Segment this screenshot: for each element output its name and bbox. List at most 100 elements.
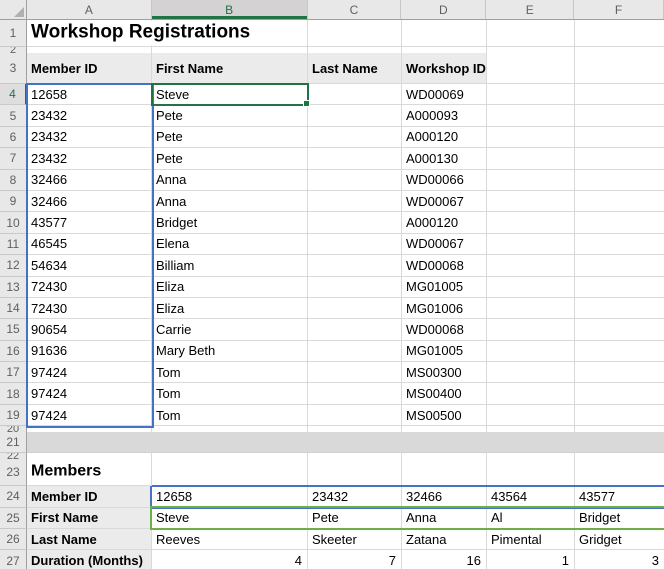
gray-cell[interactable] xyxy=(402,432,487,454)
empty-cell[interactable] xyxy=(402,459,487,487)
empty-cell[interactable] xyxy=(308,319,402,341)
empty-cell[interactable] xyxy=(308,169,402,191)
empty-cell[interactable] xyxy=(575,234,664,256)
workshop-id-cell[interactable]: MS00400 xyxy=(402,383,487,405)
workshop-id-cell[interactable]: A000120 xyxy=(402,212,487,234)
row-header-17[interactable]: 17 xyxy=(0,362,27,384)
member-id-value[interactable]: 12658 xyxy=(152,486,308,508)
row-header-23[interactable]: 23 xyxy=(0,459,27,487)
duration-value[interactable]: 1 xyxy=(487,550,575,569)
row-header-12[interactable]: 12 xyxy=(0,255,27,277)
empty-cell[interactable] xyxy=(487,362,575,384)
workshop-id-cell[interactable]: MS00500 xyxy=(402,404,487,427)
empty-cell[interactable] xyxy=(487,276,575,298)
workshop-id-cell[interactable]: WD00069 xyxy=(402,84,487,106)
column-header-f[interactable]: F xyxy=(574,0,664,19)
first-name-cell[interactable]: Pete xyxy=(152,148,308,170)
member-id-cell[interactable]: 90654 xyxy=(27,319,152,341)
empty-cell[interactable] xyxy=(487,84,575,106)
member-id-cell[interactable]: 91636 xyxy=(27,340,152,363)
empty-cell[interactable] xyxy=(487,105,575,127)
row-header-27[interactable]: 27 xyxy=(0,550,27,569)
workshop-id-cell[interactable]: MG01005 xyxy=(402,340,487,363)
empty-cell[interactable] xyxy=(487,459,575,487)
empty-cell[interactable] xyxy=(575,383,664,405)
header-first-name[interactable]: First Name xyxy=(152,53,308,84)
empty-cell[interactable] xyxy=(308,459,402,487)
duration-value[interactable]: 3 xyxy=(575,550,664,569)
workshop-id-cell[interactable]: WD00067 xyxy=(402,190,487,213)
members-title-cell[interactable]: Members xyxy=(27,459,152,487)
workshop-id-cell[interactable]: WD00068 xyxy=(402,319,487,341)
row-header-14[interactable]: 14 xyxy=(0,297,27,320)
header-workshop-id[interactable]: Workshop ID xyxy=(402,53,487,84)
empty-cell[interactable] xyxy=(308,148,402,170)
first-name-value[interactable]: Anna xyxy=(402,507,487,530)
column-header-c[interactable]: C xyxy=(308,0,402,19)
label-last-name[interactable]: Last Name xyxy=(27,529,152,551)
empty-cell[interactable] xyxy=(575,127,664,149)
label-duration[interactable]: Duration (Months) xyxy=(27,550,152,569)
row-header-16[interactable]: 16 xyxy=(0,340,27,363)
member-id-cell[interactable]: 12658 xyxy=(27,84,152,106)
empty-cell[interactable] xyxy=(575,277,664,298)
empty-cell[interactable] xyxy=(308,20,402,47)
empty-cell[interactable] xyxy=(308,340,402,363)
empty-cell[interactable] xyxy=(575,255,664,277)
row-header-15[interactable]: 15 xyxy=(0,319,27,341)
workshop-id-cell[interactable]: MG01005 xyxy=(402,276,487,298)
empty-cell[interactable] xyxy=(152,459,308,487)
gray-cell[interactable] xyxy=(575,432,664,454)
first-name-cell[interactable]: Mary Beth xyxy=(152,340,308,363)
row-header-6[interactable]: 6 xyxy=(0,126,27,149)
empty-cell[interactable] xyxy=(308,362,402,384)
row-header-7[interactable]: 7 xyxy=(0,148,27,170)
empty-cell[interactable] xyxy=(487,255,575,277)
row-header-26[interactable]: 26 xyxy=(0,529,27,551)
select-all-button[interactable] xyxy=(0,0,27,19)
member-id-value[interactable]: 43564 xyxy=(487,486,575,508)
row-header-10[interactable]: 10 xyxy=(0,212,27,234)
label-first-name[interactable]: First Name xyxy=(27,507,152,530)
row-header-5[interactable]: 5 xyxy=(0,105,27,127)
row-header-4[interactable]: 4 xyxy=(0,84,27,106)
first-name-cell[interactable]: Billiam xyxy=(152,255,308,277)
row-header-1[interactable]: 1 xyxy=(0,20,27,47)
member-id-cell[interactable]: 32466 xyxy=(27,190,152,213)
empty-cell[interactable] xyxy=(575,405,664,427)
empty-cell[interactable] xyxy=(487,297,575,320)
first-name-cell[interactable]: Pete xyxy=(152,126,308,149)
empty-cell[interactable] xyxy=(308,404,402,427)
member-id-cell[interactable]: 46545 xyxy=(27,233,152,256)
gray-cell[interactable] xyxy=(152,432,308,454)
workshop-id-cell[interactable]: A000120 xyxy=(402,126,487,149)
empty-cell[interactable] xyxy=(487,148,575,170)
duration-value[interactable]: 7 xyxy=(308,550,402,569)
row-header-13[interactable]: 13 xyxy=(0,276,27,298)
workshop-id-cell[interactable]: MS00300 xyxy=(402,362,487,384)
row-header-11[interactable]: 11 xyxy=(0,233,27,256)
column-header-d[interactable]: D xyxy=(401,0,487,19)
first-name-cell[interactable]: Eliza xyxy=(152,276,308,298)
row-header-8[interactable]: 8 xyxy=(0,169,27,191)
row-header-19[interactable]: 19 xyxy=(0,404,27,427)
member-id-value[interactable]: 23432 xyxy=(308,486,402,508)
last-name-value[interactable]: Pimental xyxy=(487,529,575,551)
last-name-value[interactable]: Skeeter xyxy=(308,529,402,551)
empty-cell[interactable] xyxy=(575,84,664,106)
row-header-25[interactable]: 25 xyxy=(0,507,27,530)
column-header-a[interactable]: A xyxy=(27,0,152,19)
first-name-cell-selected[interactable]: Steve xyxy=(152,84,308,106)
row-header-9[interactable]: 9 xyxy=(0,190,27,213)
duration-value[interactable]: 4 xyxy=(152,550,308,569)
workshop-id-cell[interactable]: WD00067 xyxy=(402,233,487,256)
empty-cell[interactable] xyxy=(575,170,664,191)
empty-cell[interactable] xyxy=(575,319,664,341)
member-id-cell[interactable]: 23432 xyxy=(27,126,152,149)
member-id-cell[interactable]: 32466 xyxy=(27,169,152,191)
row-header-18[interactable]: 18 xyxy=(0,383,27,405)
header-member-id[interactable]: Member ID xyxy=(27,53,152,84)
empty-cell[interactable] xyxy=(487,190,575,213)
row-header-3[interactable]: 3 xyxy=(0,53,27,84)
row-header-24[interactable]: 24 xyxy=(0,486,27,508)
